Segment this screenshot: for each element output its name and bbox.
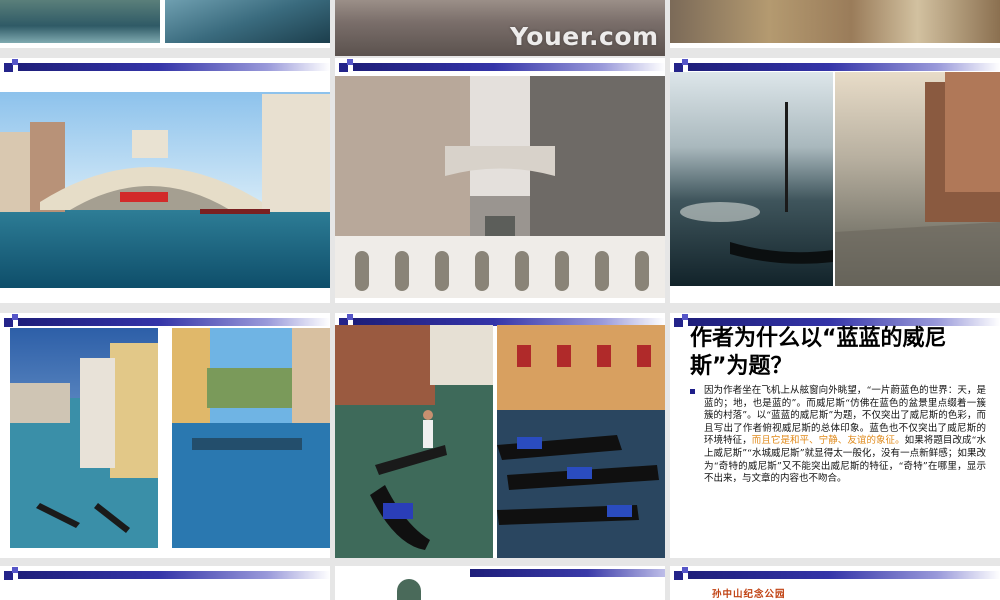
slide-thumbnail-top-middle[interactable]: Youer.com xyxy=(335,0,665,56)
lagoon-sunset-photo xyxy=(670,72,833,286)
grand-canal-photo xyxy=(10,328,158,548)
park-caption: 孙中山纪念公园 xyxy=(712,589,786,600)
slide-thumbnail-lagoon[interactable] xyxy=(670,58,1000,303)
slide-thumbnail-bridge-of-sighs[interactable] xyxy=(335,58,665,303)
slide-header-bar-short xyxy=(470,569,665,577)
slide-thumbnail-gondolas[interactable] xyxy=(0,313,330,558)
hotel-cavalletto-photo xyxy=(497,325,665,558)
slide-thumbnail-top-left[interactable] xyxy=(0,0,330,48)
slide-header-bar xyxy=(0,58,330,76)
slide-thumbnail-bottom-middle[interactable] xyxy=(335,566,665,600)
slide-thumbnail-rialto[interactable] xyxy=(0,58,330,303)
slide-thumbnail-top-right[interactable] xyxy=(670,0,1000,48)
slide-thumbnail-gondolier[interactable] xyxy=(335,313,665,558)
slide-thumbnail-bottom-left[interactable] xyxy=(0,566,330,600)
slide-sorter-view: { "watermark": "Youer.com", "question_sl… xyxy=(0,0,1000,600)
watermark-text: Youer.com xyxy=(510,22,659,51)
canal-sunset-photo xyxy=(835,72,1000,286)
rialto-bridge-photo xyxy=(0,92,330,288)
bullet-marker xyxy=(690,389,695,394)
basilica-photo xyxy=(670,0,1000,43)
sunny-canal-photo xyxy=(172,328,330,548)
question-title: 作者为什么以“蓝蓝的威尼斯”为题？ xyxy=(690,326,947,379)
slide-header-bar xyxy=(335,58,665,76)
canal-photo xyxy=(0,0,160,43)
slide-header-bar xyxy=(670,566,1000,584)
body-text-highlight: 而且它是和平、宁静、友谊的象征。 xyxy=(751,435,905,447)
slide-header-bar xyxy=(0,566,330,584)
question-body: 因为作者坐在飞机上从舷窗向外眺望，“一片蔚蓝色的世界：天，是蓝的；地，也是蓝的”… xyxy=(704,385,986,486)
gondola-photo xyxy=(165,0,330,43)
gondolier-photo xyxy=(335,325,493,558)
bridge-of-sighs-photo xyxy=(335,76,665,298)
portrait-icon xyxy=(397,579,421,600)
